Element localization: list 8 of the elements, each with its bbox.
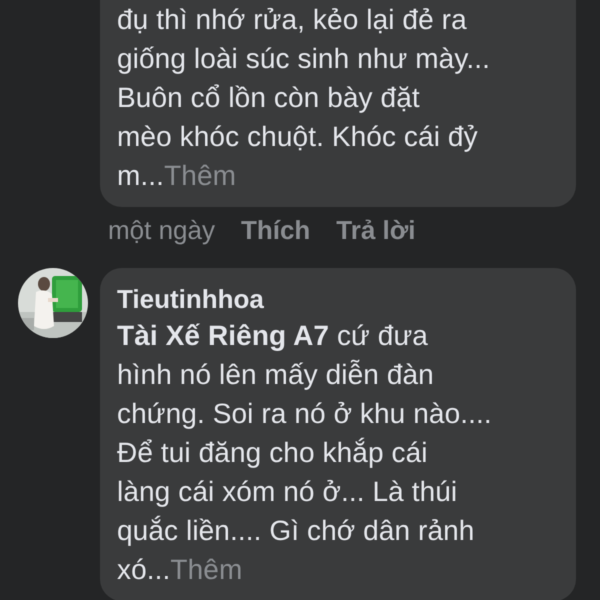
- see-more-link[interactable]: Thêm: [170, 554, 242, 585]
- comment-text: đụ thì nhớ rửa, kẻo lại đẻ ra giống loài súc sinh như mày... Buôn cổ lồn còn bày đặt mèo khóc chuột. Khóc cái đỷ m...Thêm: [117, 3, 491, 193]
- author-name[interactable]: Tieutinhhoa: [117, 282, 558, 316]
- see-more-link[interactable]: Thêm: [164, 160, 236, 191]
- comment-action-link[interactable]: Trả lời: [336, 215, 416, 246]
- comment-action-link[interactable]: Thích: [240, 215, 310, 246]
- comment-time: một ngày: [108, 215, 215, 246]
- comment-text: Tài Xế Riêng A7 cứ đưa hình nó lên mấy diễn đàn chứng. Soi ra nó ở khu nào.... Để tui đăng cho khắp cái làng cái xóm nó ở... Là thúi quắc liền.... Gì chớ dân rảnh xó...Thêm: [117, 319, 493, 587]
